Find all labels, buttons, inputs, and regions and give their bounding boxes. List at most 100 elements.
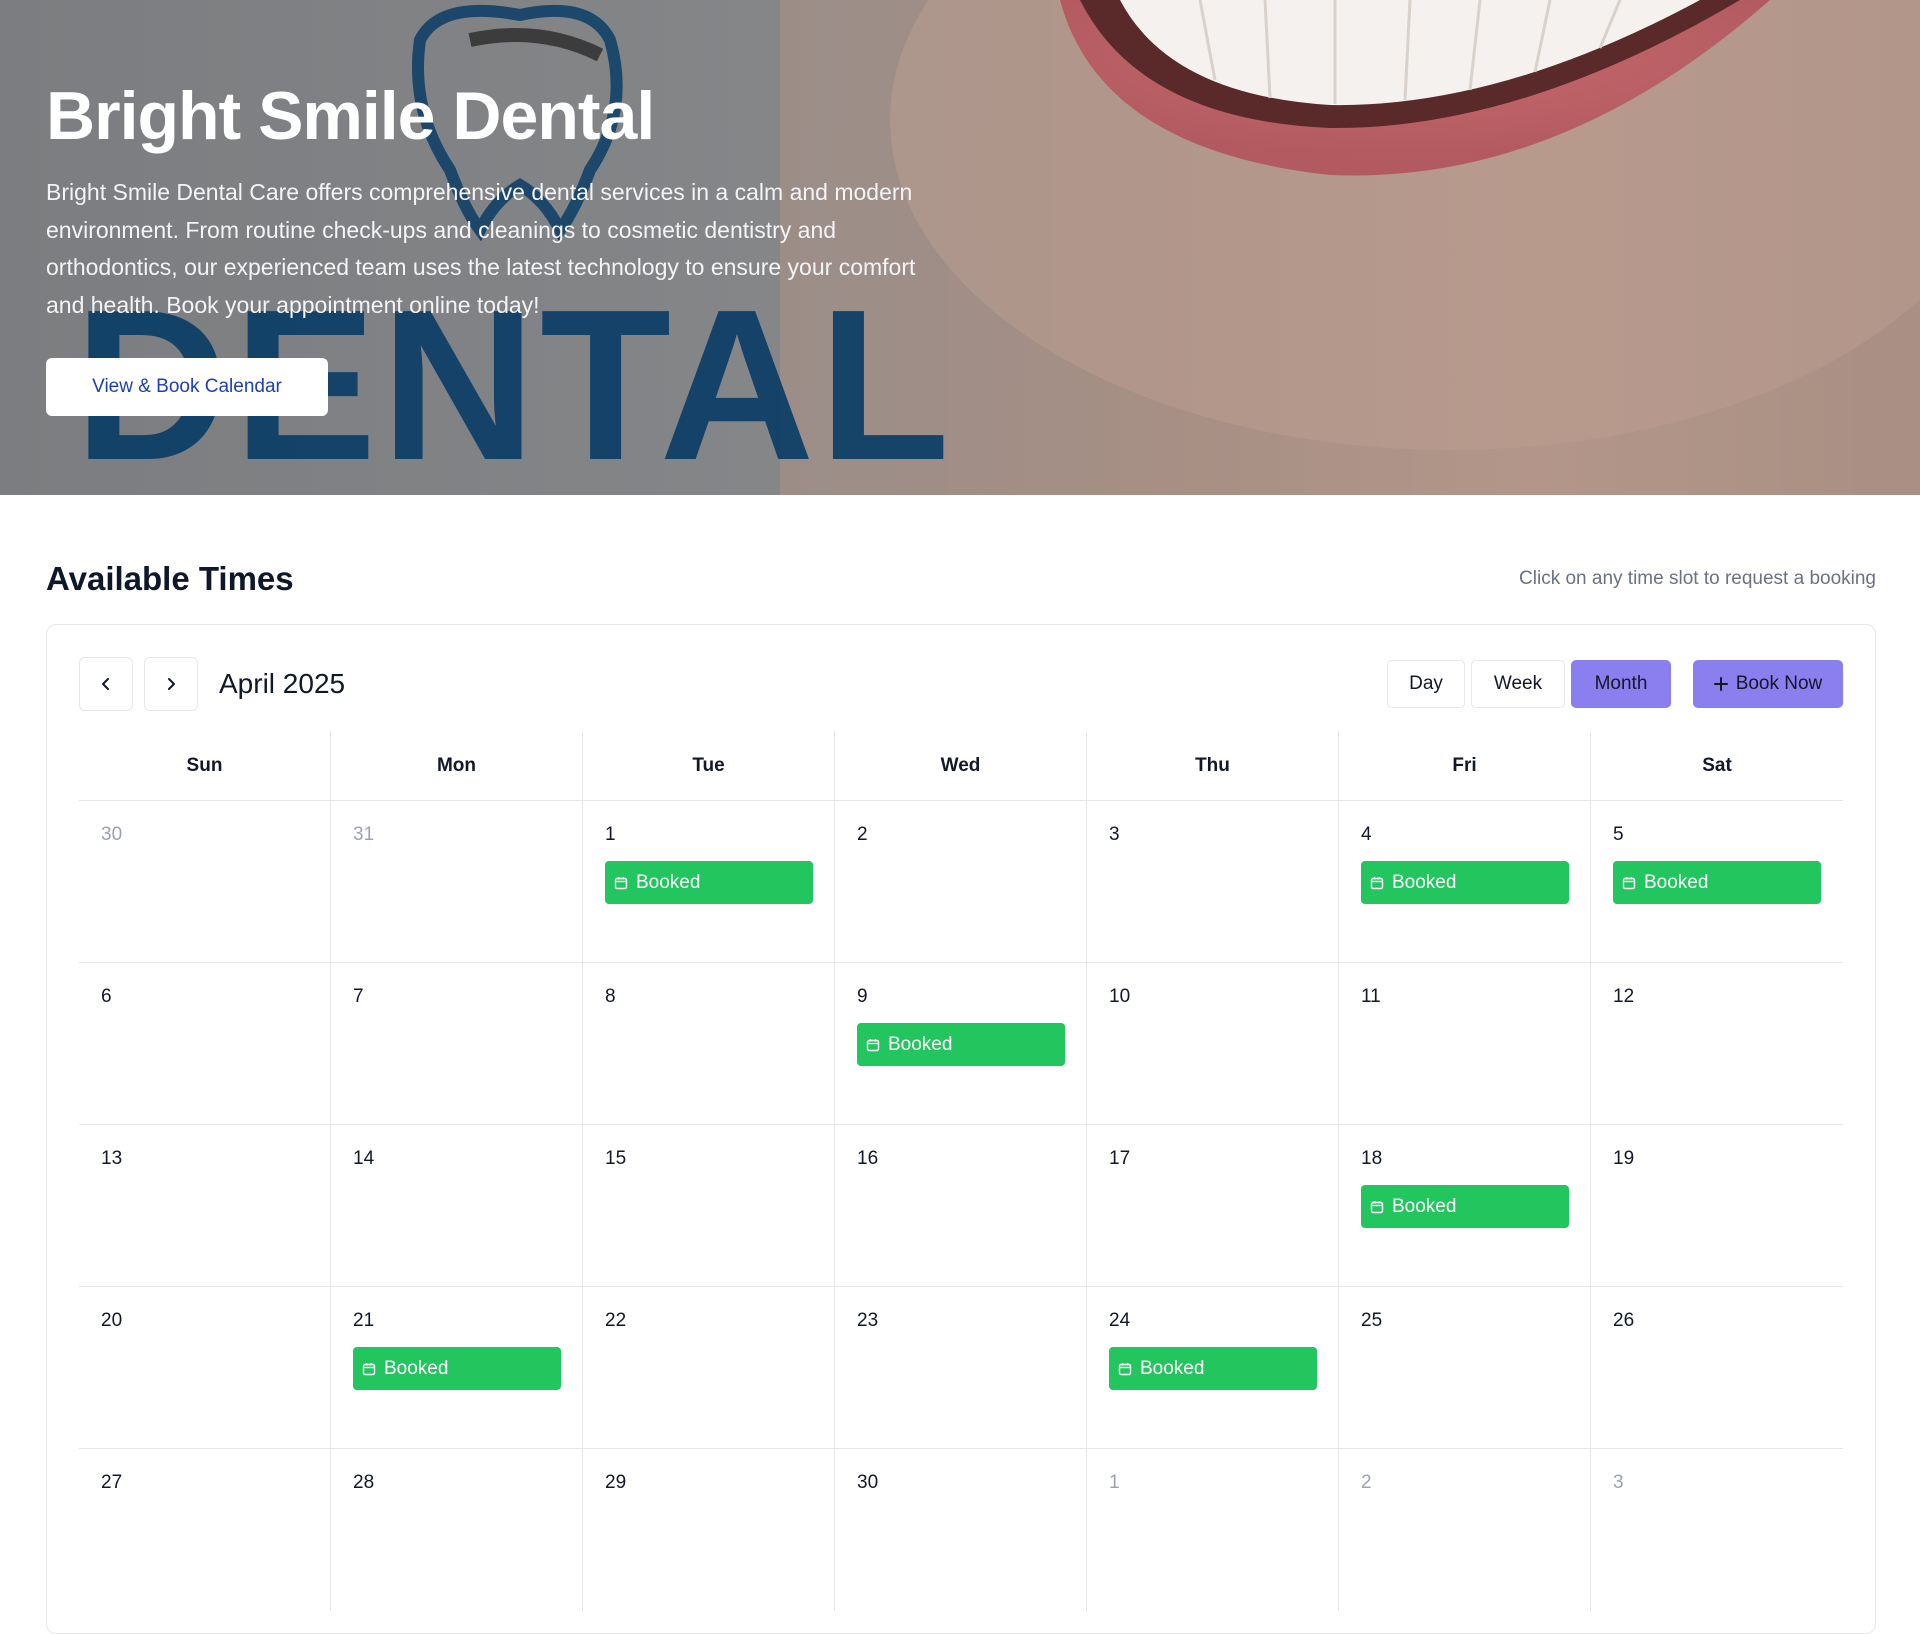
- week-row: 27 28 29 30 1 2 3: [79, 1449, 1843, 1611]
- day-number: 30: [101, 824, 123, 845]
- day-number: 2: [1361, 1472, 1372, 1493]
- day-cell[interactable]: 22: [583, 1287, 835, 1448]
- booked-label: Booked: [888, 1033, 953, 1055]
- day-number: 4: [1361, 824, 1372, 845]
- booked-event[interactable]: Booked: [605, 861, 813, 904]
- day-cell[interactable]: 16: [835, 1125, 1087, 1286]
- view-day-button[interactable]: Day: [1387, 660, 1465, 708]
- day-number: 14: [353, 1148, 375, 1169]
- day-cell[interactable]: 24 Booked: [1087, 1287, 1339, 1448]
- day-cell[interactable]: 26: [1591, 1287, 1843, 1448]
- booked-event[interactable]: Booked: [1109, 1347, 1317, 1390]
- day-number: 23: [857, 1310, 879, 1331]
- calendar-icon: [1370, 1200, 1384, 1213]
- chevron-left-icon: [102, 678, 109, 690]
- day-number: 16: [857, 1148, 879, 1169]
- hero-description: Bright Smile Dental Care offers comprehe…: [46, 179, 916, 318]
- day-cell[interactable]: 18 Booked: [1339, 1125, 1591, 1286]
- month-grid-body: 30 31 1 Booked 2 3 4 Booked 5 Booked 6 7 8 9 Booked 10 1…: [79, 801, 1843, 1611]
- day-number: 30: [857, 1472, 879, 1493]
- day-cell[interactable]: 3: [1591, 1449, 1843, 1611]
- booked-event[interactable]: Booked: [1361, 861, 1569, 904]
- day-number: 19: [1613, 1148, 1635, 1169]
- day-cell[interactable]: 30: [835, 1449, 1087, 1611]
- day-number: 3: [1109, 824, 1120, 845]
- week-row: 6 7 8 9 Booked 10 11 12: [79, 963, 1843, 1125]
- day-cell[interactable]: 15: [583, 1125, 835, 1286]
- day-cell[interactable]: 4 Booked: [1339, 801, 1591, 962]
- day-cell[interactable]: 11: [1339, 963, 1591, 1124]
- day-number: 11: [1361, 986, 1381, 1007]
- booked-event[interactable]: Booked: [857, 1023, 1065, 1066]
- calendar-icon: [1370, 876, 1384, 889]
- day-cell[interactable]: 6: [79, 963, 331, 1124]
- day-cell[interactable]: 27: [79, 1449, 331, 1611]
- book-now-button[interactable]: Book Now: [1693, 660, 1843, 708]
- day-cell[interactable]: 7: [331, 963, 583, 1124]
- weekday-header-sat: Sat: [1702, 754, 1732, 776]
- day-cell[interactable]: 25: [1339, 1287, 1591, 1448]
- week-row: 30 31 1 Booked 2 3 4 Booked 5 Booked: [79, 801, 1843, 963]
- day-number: 27: [101, 1472, 123, 1493]
- current-month-label: April 2025: [219, 668, 346, 699]
- weekday-header-tue: Tue: [583, 731, 835, 800]
- day-cell[interactable]: 31: [331, 801, 583, 962]
- week-row: 20 21 Booked 22 23 24 Booked 25 26: [79, 1287, 1843, 1449]
- day-number: 1: [605, 824, 616, 845]
- day-number: 12: [1613, 986, 1635, 1007]
- day-cell[interactable]: 28: [331, 1449, 583, 1611]
- day-cell[interactable]: 2: [835, 801, 1087, 962]
- view-week-button[interactable]: Week: [1471, 660, 1565, 708]
- booked-event[interactable]: Booked: [353, 1347, 561, 1390]
- hero-content: Bright Smile Dental Bright Smile Dental …: [46, 72, 946, 416]
- booked-event[interactable]: Booked: [1613, 861, 1821, 904]
- day-cell[interactable]: 8: [583, 963, 835, 1124]
- day-cell[interactable]: 19: [1591, 1125, 1843, 1286]
- booked-label: Booked: [1392, 1195, 1457, 1217]
- day-number: 25: [1361, 1310, 1383, 1331]
- next-month-button[interactable]: [144, 657, 198, 711]
- day-cell[interactable]: 2: [1339, 1449, 1591, 1611]
- day-cell[interactable]: 3: [1087, 801, 1339, 962]
- day-cell[interactable]: 1 Booked: [583, 801, 835, 962]
- view-month-button[interactable]: Month: [1571, 660, 1671, 708]
- day-cell[interactable]: 1: [1087, 1449, 1339, 1611]
- weekday-header-mon: Mon: [331, 731, 583, 800]
- day-cell[interactable]: 23: [835, 1287, 1087, 1448]
- day-cell[interactable]: 17: [1087, 1125, 1339, 1286]
- section-title: Available Times: [46, 560, 294, 597]
- weekday-header-sun: Sun: [79, 731, 331, 800]
- day-cell[interactable]: 29: [583, 1449, 835, 1611]
- day-cell[interactable]: 5 Booked: [1591, 801, 1843, 962]
- day-cell[interactable]: 30: [79, 801, 331, 962]
- day-cell[interactable]: 21 Booked: [331, 1287, 583, 1448]
- week-row: 13 14 15 16 17 18 Booked 19: [79, 1125, 1843, 1287]
- day-number: 13: [101, 1148, 123, 1169]
- weekday-header-wed: Wed: [835, 731, 1087, 800]
- day-cell[interactable]: 13: [79, 1125, 331, 1286]
- month-grid: Sun Mon Tue Wed Thu Fri Sat 30 31 1 Booked 2 3 4 Book…: [79, 731, 1843, 1611]
- day-cell[interactable]: 10: [1087, 963, 1339, 1124]
- day-cell[interactable]: 20: [79, 1287, 331, 1448]
- weekday-header-row: Sun Mon Tue Wed Thu Fri Sat: [79, 731, 1843, 801]
- calendar-card: April 2025 Day Week Month Book Now Sun Mo…: [46, 624, 1876, 1634]
- day-number: 6: [101, 986, 112, 1007]
- day-number: 9: [857, 986, 868, 1007]
- booked-event[interactable]: Booked: [1361, 1185, 1569, 1228]
- calendar-icon: [614, 876, 628, 889]
- view-book-calendar-button[interactable]: View & Book Calendar: [46, 358, 328, 416]
- booked-label: Booked: [384, 1357, 449, 1379]
- day-number: 2: [857, 824, 868, 845]
- booked-label: Booked: [1644, 871, 1709, 893]
- prev-month-button[interactable]: [79, 657, 133, 711]
- calendar-icon: [1118, 1362, 1132, 1375]
- day-number: 28: [353, 1472, 375, 1493]
- day-cell[interactable]: 14: [331, 1125, 583, 1286]
- day-number: 17: [1109, 1148, 1131, 1169]
- day-number: 21: [353, 1310, 375, 1331]
- day-cell[interactable]: 12: [1591, 963, 1843, 1124]
- view-switcher: Day Week Month Book Now: [1381, 660, 1843, 708]
- booked-label: Booked: [636, 871, 701, 893]
- day-number: 22: [605, 1310, 627, 1331]
- day-cell[interactable]: 9 Booked: [835, 963, 1087, 1124]
